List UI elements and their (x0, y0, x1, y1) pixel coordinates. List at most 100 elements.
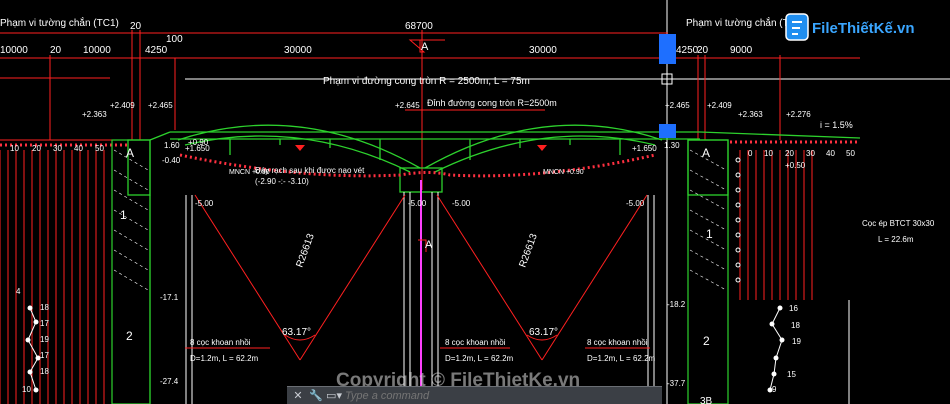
dim-left-4: 20 (50, 45, 62, 56)
elev-e18: -17.1 (160, 293, 179, 302)
elev-e20: -27.4 (160, 377, 179, 386)
dim-left-6: 100 (166, 34, 183, 45)
precast-pile-length: L = 22.6m (878, 235, 914, 244)
tick-left-2: 30 (53, 144, 62, 153)
elev-e11: -0.40 (162, 156, 181, 165)
angle-right: 63.17° (529, 327, 558, 338)
soil-left-6: 10 (22, 385, 31, 394)
close-icon[interactable]: ✕ (291, 389, 305, 403)
dim-left-5: 4250 (145, 45, 168, 56)
soil-right-3: 15 (787, 370, 796, 379)
span-2: 30000 (529, 45, 557, 56)
curve-peak-note: Đỉnh đường cong tròn R=2500m (427, 98, 557, 108)
soil-left-5: 18 (40, 367, 49, 376)
abut-right-top: A (702, 146, 710, 160)
radius-left: R26613 (294, 232, 316, 269)
grip-marker-top[interactable] (659, 34, 676, 64)
abut-right-mid1: 1 (706, 227, 713, 241)
water-level-mark-left (295, 145, 305, 151)
dredge-note-2: (-2.90 -:- -3.10) (255, 177, 309, 186)
elev-e10: +1.650 (632, 144, 657, 153)
abutment-left (111, 139, 151, 404)
elev-e6: +2.409 (707, 101, 732, 110)
pile-spec-2: D=1.2m, L = 62.2m (445, 354, 514, 363)
abutment-right (687, 139, 729, 404)
tick-right-5: 50 (846, 149, 855, 158)
command-input[interactable] (341, 389, 605, 402)
soil-right-4: 9 (772, 385, 777, 394)
site-logo: FileThiếtKế.vn (784, 10, 940, 44)
dim-left-1: 10000 (0, 45, 28, 56)
dredge-note-1: Đáy rạch sau khi được nạo vét (255, 166, 365, 175)
slope-label: i = 1.5% (820, 120, 853, 130)
abut-left-mid1: 1 (120, 208, 127, 222)
soil-left-4: 17 (40, 351, 49, 360)
cad-drawing-canvas[interactable]: Phạm vi tường chắn (TC1) Phạm vi tường c… (0, 0, 950, 404)
elev-e19: -18.2 (667, 300, 686, 309)
mncn-left: MNCN +0.90 (229, 169, 270, 176)
logo-text: FileThiếtKế.vn (812, 20, 915, 37)
soil-right-0: 16 (789, 304, 798, 313)
elev-e8: +2.276 (786, 110, 811, 119)
bridge-superstructure (127, 124, 861, 196)
right-pile-grid (739, 150, 813, 300)
command-line-bar[interactable]: ✕ 🔧 ▭▾ (287, 386, 662, 404)
logo-mark: FileThiếtKế.vn (785, 13, 915, 41)
elev-e12: +0.90 (188, 138, 209, 147)
borehole-points-right (767, 305, 785, 393)
soil-right-1: 18 (791, 321, 800, 330)
elev-e3: +2.465 (148, 101, 173, 110)
elev-e5: +2.465 (665, 101, 690, 110)
elev-e23: 1.60 (164, 141, 180, 150)
elev-e2: +2.363 (82, 110, 107, 119)
elev-e16: -5.00 (452, 199, 471, 208)
elev-e7: +2.363 (738, 110, 763, 119)
elev-e13: 1.30 (664, 141, 680, 150)
abut-left-top: A (126, 146, 134, 160)
water-level-mark-right (537, 145, 547, 151)
pile-title-1: 8 cọc khoan nhồi (190, 338, 251, 347)
total-length: 68700 (405, 21, 433, 32)
abutment-right-hatch (689, 149, 727, 291)
tick-right-3: 30 (806, 149, 815, 158)
abut-left-mid2: 2 (126, 329, 133, 343)
wrench-icon[interactable]: 🔧 (309, 389, 323, 403)
curve-range-label: Phạm vi đường cong tròn R = 2500m, L = 7… (323, 76, 530, 87)
abut-right-bottom: 3B (700, 396, 713, 404)
pile-spec-1: D=1.2m, L = 62.2m (190, 354, 259, 363)
left-pile-grid (0, 150, 105, 404)
tick-right-1: 10 (764, 149, 773, 158)
left-wall-label: Phạm vi tường chắn (TC1) (0, 16, 119, 29)
elev-e4: +2.645 (395, 101, 420, 110)
right-pile-circles (735, 157, 741, 283)
pile-title-3: 8 cọc khoan nhồi (587, 338, 648, 347)
span-1: 30000 (284, 45, 312, 56)
elev-e1: +2.409 (110, 101, 135, 110)
pile-spec-3: D=1.2m, L = 62.2m (587, 354, 656, 363)
tick-left-0: 10 (10, 144, 19, 153)
section-mark-bottom: A (425, 239, 433, 251)
tick-left-1: 20 (32, 144, 41, 153)
tick-right-0: 0 (748, 149, 753, 158)
elev-e15: -5.00 (408, 199, 427, 208)
command-prompt-icon[interactable]: ▭▾ (326, 389, 342, 403)
pile-title-2: 8 cọc khoan nhồi (445, 338, 506, 347)
grip-marker-deck[interactable] (659, 124, 676, 138)
soil-left-1: 18 (40, 303, 49, 312)
dim-right-1: 4250 (676, 45, 699, 56)
dim-right-2: 20 (697, 45, 709, 56)
section-mark-top: A (421, 41, 429, 53)
soil-right-2: 19 (792, 337, 801, 346)
abut-right-mid2: 2 (703, 334, 710, 348)
angle-left: 63.17° (282, 327, 311, 338)
soil-left-2: 17 (40, 319, 49, 328)
elev-e17: -5.00 (626, 199, 645, 208)
tick-left-4: 50 (95, 144, 104, 153)
soil-left-3: 19 (40, 335, 49, 344)
elev-e21: -37.7 (667, 379, 686, 388)
elev-e14: -5.00 (195, 199, 214, 208)
tick-left-3: 40 (74, 144, 83, 153)
dim-left-3: 10000 (83, 45, 111, 56)
dim-right-3: 9000 (730, 45, 753, 56)
precast-pile-title: Cọc ép BTCT 30x30 (862, 219, 935, 228)
